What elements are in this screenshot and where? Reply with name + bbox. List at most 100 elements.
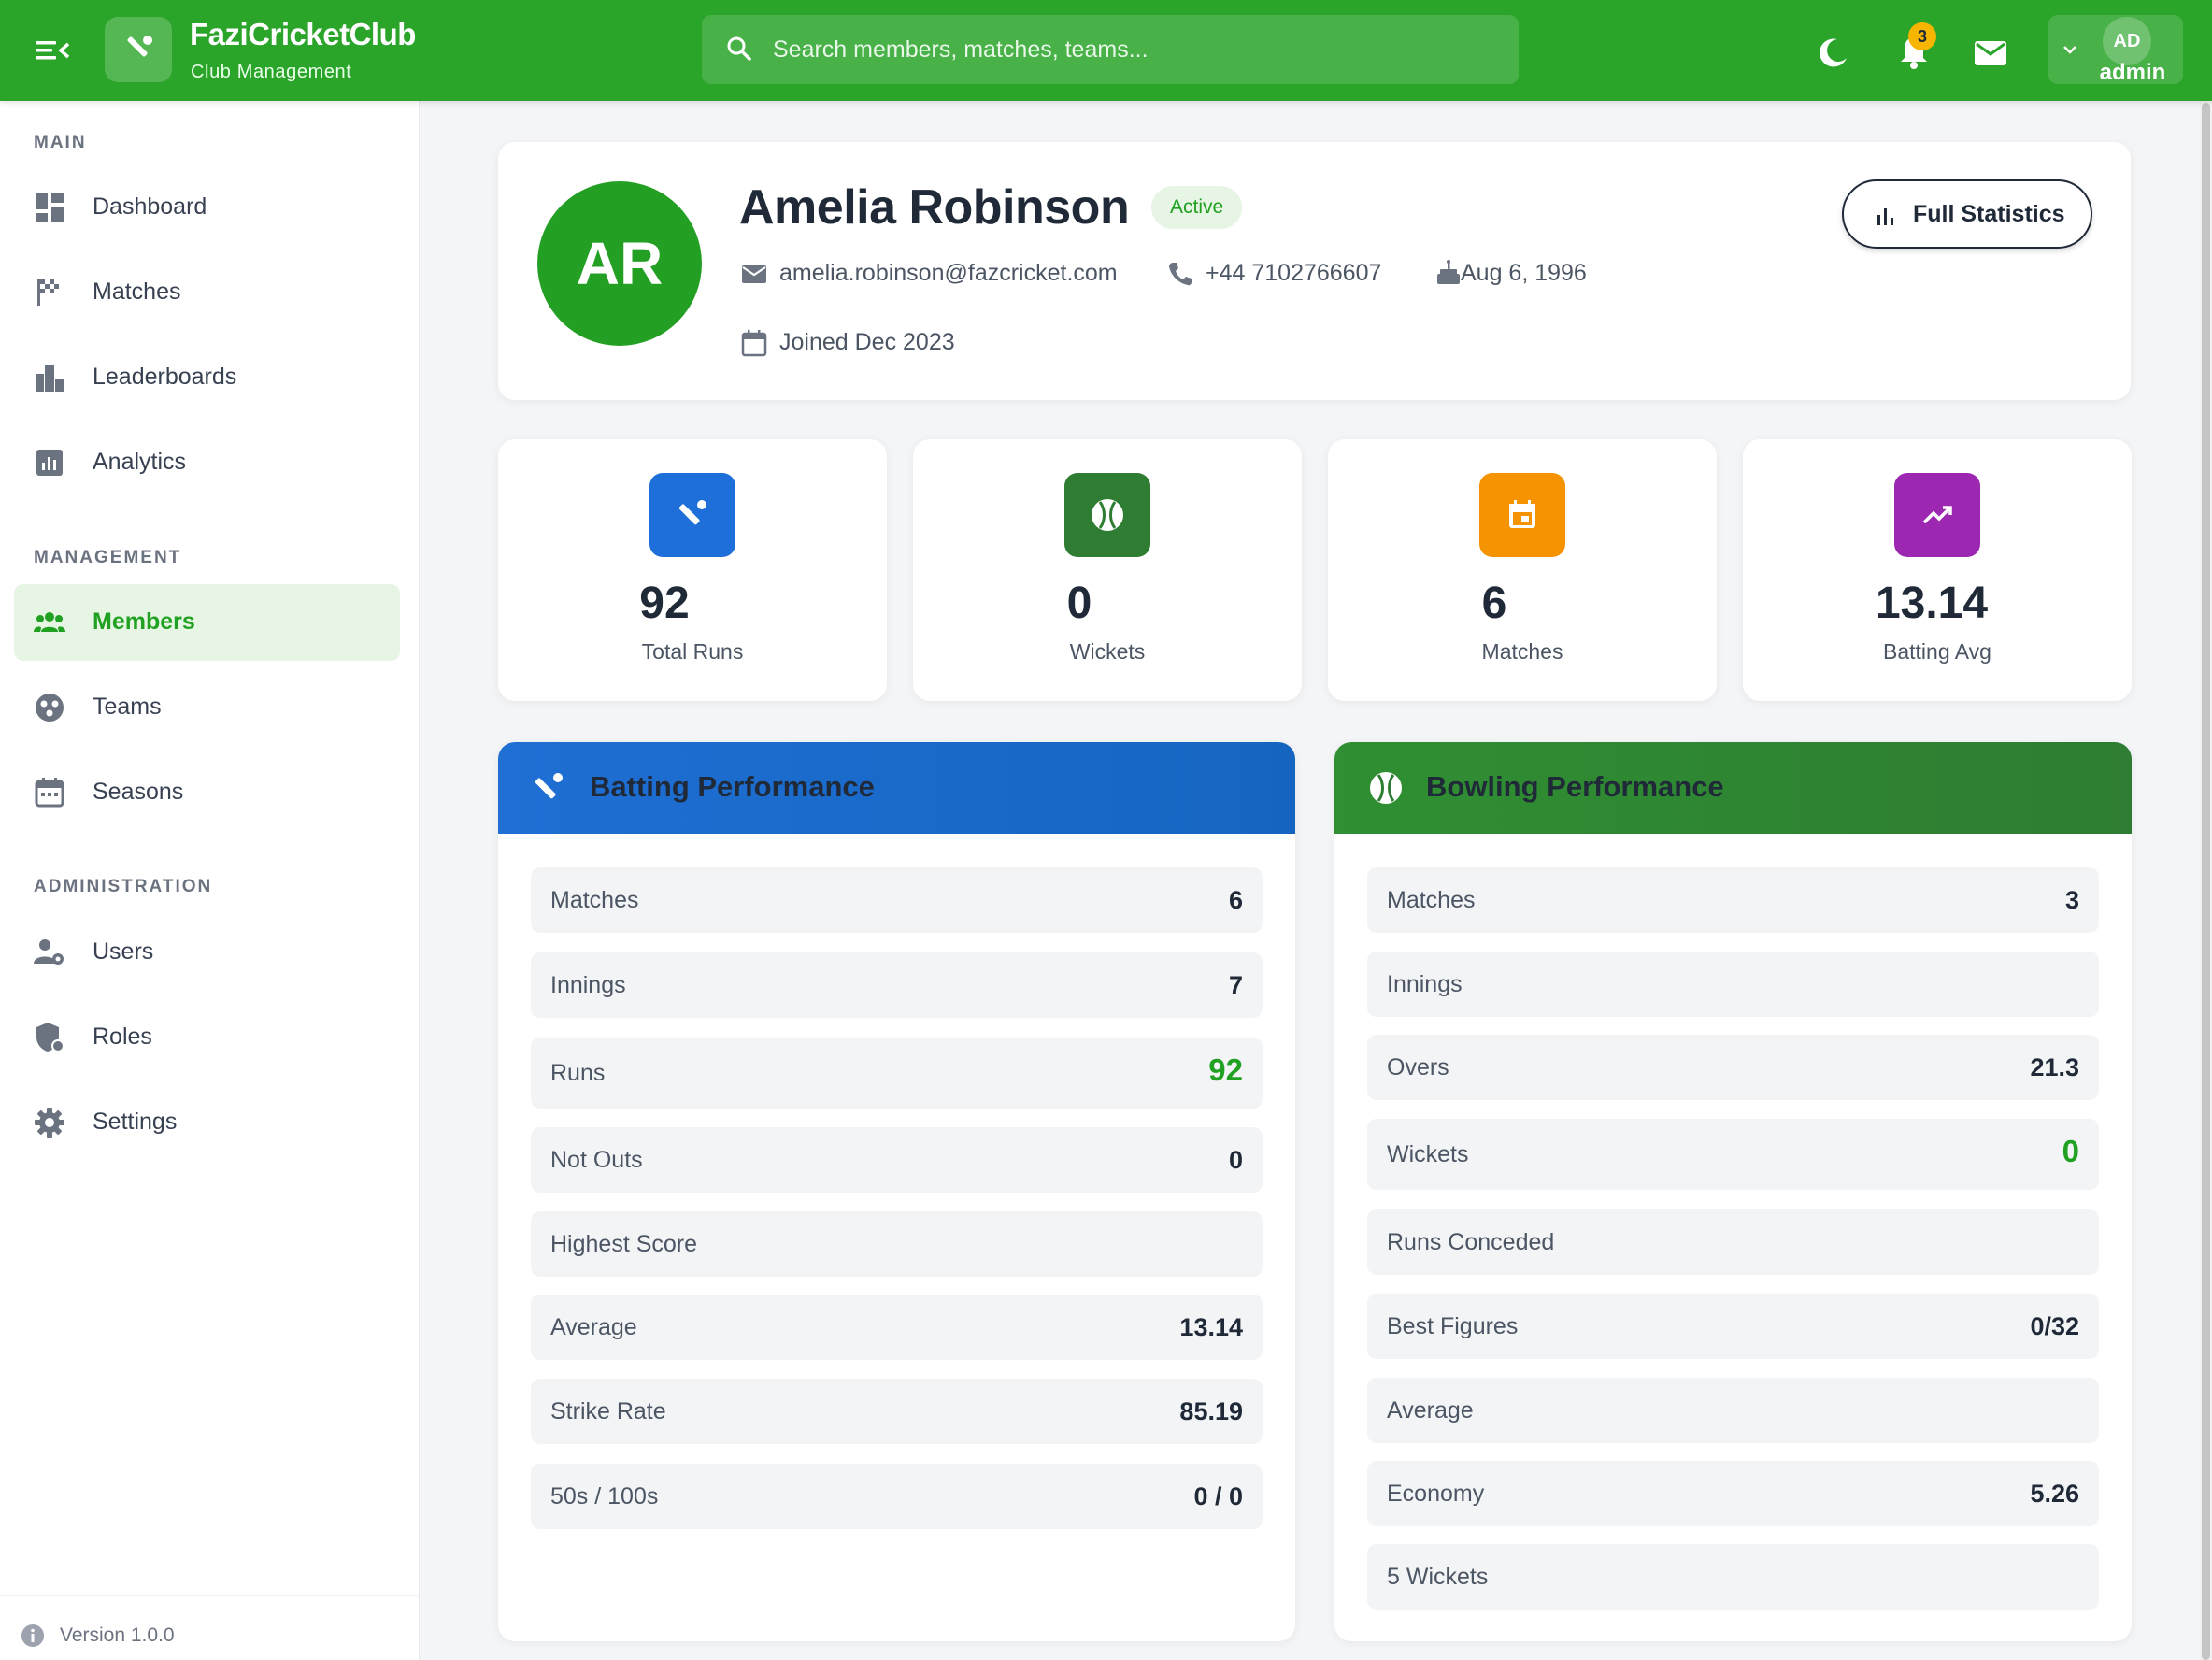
sidebar-item-label: Settings — [93, 1109, 178, 1135]
avatar: AD — [2103, 17, 2151, 65]
sidebar-item-label: Leaderboards — [93, 364, 237, 390]
sidebar-item-label: Seasons — [93, 779, 184, 805]
analytics-icon — [33, 446, 66, 479]
mail-icon[interactable] — [1972, 34, 2009, 71]
sidebar: MAIN Dashboard Matches Leaderboards Anal… — [0, 101, 420, 1660]
full-statistics-label: Full Statistics — [1913, 201, 2065, 227]
row-label: Innings — [550, 972, 626, 998]
stat-row-not-outs: Not Outs 0 — [531, 1127, 1263, 1193]
row-value: 3 — [2064, 886, 2079, 914]
profile-name: Amelia Robinson — [739, 180, 1130, 235]
stat-row-innings: Innings — [1367, 952, 2099, 1017]
row-label: Runs — [550, 1060, 606, 1086]
row-value: 7 — [1228, 971, 1243, 999]
row-label: Best Figures — [1387, 1313, 1519, 1339]
row-value: 21.3 — [2030, 1053, 2079, 1081]
stat-row-average: Average 13.14 — [531, 1295, 1263, 1360]
row-value: 92 — [1208, 1052, 1243, 1087]
bowling-performance-header: Bowling Performance — [1334, 742, 2132, 834]
sidebar-item-analytics[interactable]: Analytics — [14, 424, 400, 501]
row-label: Matches — [550, 887, 639, 913]
search-input[interactable] — [773, 28, 1502, 71]
sidebar-footer: Version 1.0.0 — [0, 1595, 420, 1660]
bowling-performance-card: Bowling Performance Matches 3 Innings Ov… — [1334, 742, 2132, 1641]
user-menu-button[interactable]: AD admin — [2048, 15, 2183, 85]
sidebar-item-settings[interactable]: Settings — [14, 1084, 400, 1161]
row-label: 50s / 100s — [550, 1483, 659, 1510]
stat-row-runs: Runs 92 — [531, 1038, 1263, 1109]
gear-icon — [33, 1106, 66, 1139]
teams-icon — [33, 691, 66, 724]
row-value: 5.26 — [2030, 1480, 2079, 1508]
batting-performance-header: Batting Performance — [498, 742, 1295, 834]
sidebar-item-label: Roles — [93, 1023, 152, 1050]
sidebar-item-leaderboards[interactable]: Leaderboards — [14, 339, 400, 416]
stat-label: Total Runs — [641, 639, 744, 664]
sidebar-item-matches[interactable]: Matches — [14, 254, 400, 331]
profile-phone[interactable]: +44 7102766607 — [1206, 260, 1381, 287]
row-label: Economy — [1387, 1481, 1485, 1507]
sidebar-item-dashboard[interactable]: Dashboard — [14, 169, 400, 246]
row-label: Overs — [1387, 1054, 1449, 1080]
section-label-management: MANAGEMENT — [34, 548, 182, 567]
row-label: Wickets — [1387, 1141, 1469, 1167]
stat-row-best-figures: Best Figures 0/32 — [1367, 1294, 2099, 1359]
stat-value: 0 — [1066, 579, 1092, 628]
stat-row-wickets: Wickets 0 — [1367, 1119, 2099, 1190]
cake-icon — [1434, 258, 1463, 286]
user-name: admin — [2099, 60, 2166, 85]
email-icon — [740, 260, 768, 288]
leaderboard-icon — [33, 361, 66, 394]
profile-email[interactable]: amelia.robinson@fazcricket.com — [779, 260, 1118, 287]
scrollbar-thumb[interactable] — [2202, 103, 2210, 1660]
search-icon — [724, 34, 754, 64]
stat-card-matches: 6 Matches — [1328, 439, 1717, 701]
moon-icon[interactable] — [1815, 34, 1852, 71]
stat-row-matches: Matches 3 — [1367, 867, 2099, 933]
cricket-ball-icon — [1064, 473, 1150, 557]
profile-avatar: AR — [537, 181, 702, 346]
group-icon — [33, 606, 66, 639]
row-label: Innings — [1387, 971, 1463, 997]
cricket-bat-icon — [649, 473, 735, 557]
stat-row-matches: Matches 6 — [531, 867, 1263, 933]
stat-label: Matches — [1481, 639, 1563, 664]
stat-card-total-runs: 92 Total Runs — [498, 439, 887, 701]
row-value: 85.19 — [1179, 1397, 1243, 1425]
brand-logo-icon[interactable] — [105, 17, 172, 82]
search-bar — [702, 15, 1519, 84]
sidebar-item-teams[interactable]: Teams — [14, 669, 400, 746]
sidebar-item-label: Users — [93, 938, 154, 965]
sidebar-item-roles[interactable]: Roles — [14, 999, 400, 1076]
sidebar-item-members[interactable]: Members — [14, 584, 400, 661]
stat-value: 6 — [1481, 579, 1507, 628]
stat-row-average: Average — [1367, 1378, 2099, 1443]
status-badge: Active — [1151, 186, 1243, 229]
row-label: Not Outs — [550, 1147, 643, 1173]
stat-row-innings: Innings 7 — [531, 952, 1263, 1018]
stat-card-wickets: 0 Wickets — [913, 439, 1302, 701]
brand-name[interactable]: FaziCricketClub — [190, 17, 416, 52]
phone-icon — [1166, 260, 1194, 288]
full-statistics-button[interactable]: Full Statistics — [1842, 179, 2092, 249]
info-icon — [21, 1624, 45, 1648]
row-value: 0 — [2062, 1134, 2079, 1168]
stat-row-overs: Overs 21.3 — [1367, 1035, 2099, 1100]
chevron-down-icon — [2058, 37, 2082, 62]
shield-icon — [33, 1021, 66, 1054]
stat-row-economy: Economy 5.26 — [1367, 1461, 2099, 1526]
event-icon — [1479, 473, 1565, 557]
row-value: 6 — [1228, 886, 1243, 914]
sidebar-item-label: Analytics — [93, 449, 187, 475]
row-label: Highest Score — [550, 1231, 698, 1257]
menu-toggle-icon[interactable] — [34, 36, 71, 65]
sidebar-item-seasons[interactable]: Seasons — [14, 754, 400, 831]
sidebar-item-users[interactable]: Users — [14, 914, 400, 991]
calendar-icon — [740, 329, 768, 357]
bowling-performance-title: Bowling Performance — [1426, 770, 1724, 803]
dashboard-icon — [33, 191, 66, 224]
cricket-bat-icon — [530, 768, 569, 808]
sidebar-item-label: Members — [93, 608, 195, 635]
batting-performance-title: Batting Performance — [590, 770, 875, 803]
top-bar: FaziCricketClub Club Management 3 AD adm… — [0, 0, 2212, 101]
